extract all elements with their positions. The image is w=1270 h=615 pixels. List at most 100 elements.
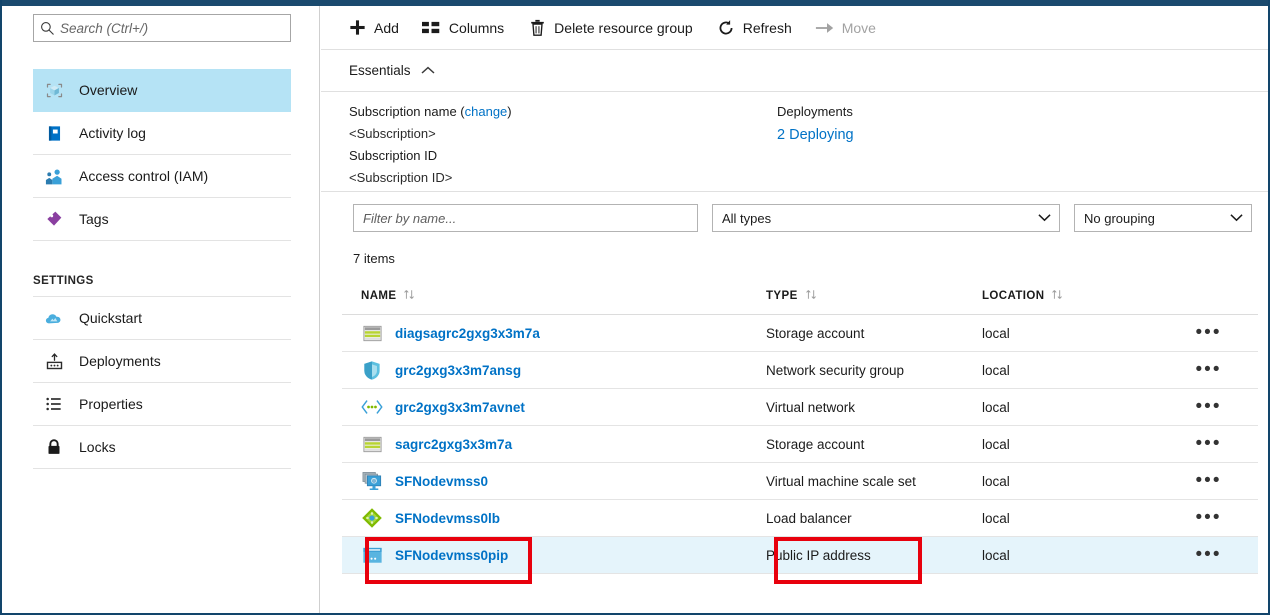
public-ip-address-icon — [361, 544, 383, 566]
sidebar-item-activity-log[interactable]: Activity log — [33, 112, 291, 155]
column-header-label: TYPE — [766, 290, 798, 302]
ellipsis-icon: ••• — [1196, 550, 1222, 560]
sidebar-item-locks[interactable]: Locks — [33, 426, 291, 469]
sidebar-section-settings: SETTINGS — [33, 241, 291, 297]
plus-icon — [346, 17, 368, 39]
sidebar-item-overview[interactable]: Overview — [33, 69, 291, 112]
chevron-up-icon — [421, 62, 435, 80]
subscription-id-value: <Subscription ID> — [349, 167, 512, 189]
ellipsis-icon: ••• — [1196, 328, 1222, 338]
cell-type: Load balancer — [766, 511, 982, 526]
resource-link[interactable]: grc2gxg3x3m7avnet — [395, 400, 525, 415]
lock-icon — [37, 426, 71, 469]
cube-icon — [37, 69, 71, 112]
ellipsis-icon: ••• — [1196, 439, 1222, 449]
resource-link[interactable]: SFNodevmss0pip — [395, 548, 508, 563]
blade-sidebar: Overview Activity log — [2, 6, 320, 613]
refresh-icon — [715, 17, 737, 39]
ellipsis-icon: ••• — [1196, 365, 1222, 375]
table-row[interactable]: diagsagrc2gxg3x3m7a Storage account loca… — [342, 315, 1258, 352]
subscription-name-value: <Subscription> — [349, 123, 512, 145]
sort-arrows-icon — [805, 289, 818, 303]
sort-arrows-icon — [403, 289, 416, 303]
cell-name: SFNodevmss0pip — [342, 544, 766, 566]
table-row[interactable]: sagrc2gxg3x3m7a Storage account local ••… — [342, 426, 1258, 463]
refresh-button[interactable]: Refresh — [715, 13, 792, 43]
table-row[interactable]: SFNodevmss0 Virtual machine scale set lo… — [342, 463, 1258, 500]
ellipsis-icon: ••• — [1196, 402, 1222, 412]
filter-bar: All types No grouping — [321, 192, 1270, 244]
sidebar-item-tags[interactable]: Tags — [33, 198, 291, 241]
type-filter-value: All types — [722, 211, 771, 226]
resource-link[interactable]: diagsagrc2gxg3x3m7a — [395, 326, 540, 341]
resource-link[interactable]: sagrc2gxg3x3m7a — [395, 437, 512, 452]
resource-link[interactable]: SFNodevmss0 — [395, 474, 488, 489]
essentials-column-right: Deployments 2 Deploying — [777, 101, 854, 147]
sidebar-search[interactable] — [33, 14, 291, 42]
chevron-down-icon — [1038, 209, 1051, 227]
filter-by-name-input[interactable] — [363, 211, 688, 226]
subscription-name-row: Subscription name (change) — [349, 101, 512, 123]
table-row[interactable]: grc2gxg3x3m7avnet Virtual network local … — [342, 389, 1258, 426]
cell-location: local — [982, 548, 1178, 563]
deployments-status-link[interactable]: 2 Deploying — [777, 123, 854, 147]
grouping-filter-select[interactable]: No grouping — [1074, 204, 1252, 232]
column-header-name[interactable]: NAME — [342, 289, 766, 303]
cell-name: SFNodevmss0lb — [342, 507, 766, 529]
essentials-toggle[interactable]: Essentials — [321, 50, 1270, 92]
ellipsis-icon: ••• — [1196, 476, 1222, 486]
ellipsis-icon: ••• — [1196, 513, 1222, 523]
cell-name: grc2gxg3x3m7avnet — [342, 396, 766, 418]
sidebar-item-quickstart[interactable]: Quickstart — [33, 297, 291, 340]
sidebar-item-deployments[interactable]: Deployments — [33, 340, 291, 383]
column-header-type[interactable]: TYPE — [766, 289, 982, 303]
items-count-label: 7 items — [353, 251, 395, 266]
cell-type: Public IP address — [766, 548, 982, 563]
sidebar-item-label: Overview — [79, 82, 137, 98]
search-input[interactable] — [60, 21, 275, 36]
column-header-location[interactable]: LOCATION — [982, 289, 1178, 303]
move-button[interactable]: Move — [814, 13, 876, 43]
blade-content: Add Columns — [321, 6, 1270, 613]
columns-button-label: Columns — [449, 20, 504, 36]
add-button[interactable]: Add — [346, 13, 399, 43]
table-header-row: NAME TYPE — [342, 278, 1258, 315]
delete-resource-group-button-label: Delete resource group — [554, 20, 693, 36]
storage-account-icon — [361, 433, 383, 455]
row-context-menu-button[interactable]: ••• — [1178, 550, 1239, 560]
cell-location: local — [982, 363, 1178, 378]
cell-type: Virtual network — [766, 400, 982, 415]
storage-account-icon — [361, 322, 383, 344]
network-security-group-icon — [361, 359, 383, 381]
row-context-menu-button[interactable]: ••• — [1178, 476, 1239, 486]
quickstart-cloud-icon — [37, 297, 71, 340]
resources-table: NAME TYPE — [342, 278, 1258, 574]
cell-type: Storage account — [766, 437, 982, 452]
row-context-menu-button[interactable]: ••• — [1178, 328, 1239, 338]
delete-resource-group-button[interactable]: Delete resource group — [526, 13, 693, 43]
sort-arrows-icon — [1051, 289, 1064, 303]
essentials-column-left: Subscription name (change) <Subscription… — [349, 101, 512, 189]
row-context-menu-button[interactable]: ••• — [1178, 513, 1239, 523]
row-context-menu-button[interactable]: ••• — [1178, 439, 1239, 449]
row-context-menu-button[interactable]: ••• — [1178, 365, 1239, 375]
table-row[interactable]: grc2gxg3x3m7ansg Network security group … — [342, 352, 1258, 389]
row-context-menu-button[interactable]: ••• — [1178, 402, 1239, 412]
sidebar-item-properties[interactable]: Properties — [33, 383, 291, 426]
command-toolbar: Add Columns — [321, 6, 1270, 50]
change-subscription-link[interactable]: change — [465, 104, 508, 119]
resource-link[interactable]: SFNodevmss0lb — [395, 511, 500, 526]
resource-link[interactable]: grc2gxg3x3m7ansg — [395, 363, 521, 378]
deployments-label: Deployments — [777, 101, 854, 123]
cell-location: local — [982, 400, 1178, 415]
type-filter-select[interactable]: All types — [712, 204, 1060, 232]
table-row[interactable]: SFNodevmss0lb Load balancer local ••• — [342, 500, 1258, 537]
sidebar-item-label: Access control (IAM) — [79, 168, 208, 184]
chevron-down-icon — [1230, 209, 1243, 227]
filter-by-name-field[interactable] — [353, 204, 698, 232]
cell-name: diagsagrc2gxg3x3m7a — [342, 322, 766, 344]
columns-button[interactable]: Columns — [421, 13, 504, 43]
cell-type: Network security group — [766, 363, 982, 378]
table-row[interactable]: SFNodevmss0pip Public IP address local •… — [342, 537, 1258, 574]
sidebar-item-access-control[interactable]: Access control (IAM) — [33, 155, 291, 198]
